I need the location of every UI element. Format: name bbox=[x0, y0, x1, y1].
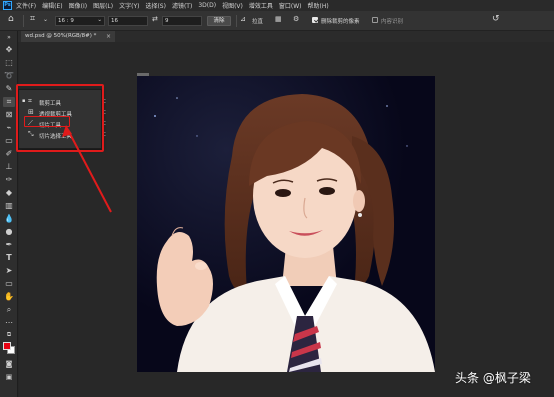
annotation-arrow bbox=[62, 125, 112, 213]
foreground-color-swatch[interactable] bbox=[3, 342, 11, 350]
watermark-text: 头条 @枫子梁 bbox=[455, 371, 531, 385]
